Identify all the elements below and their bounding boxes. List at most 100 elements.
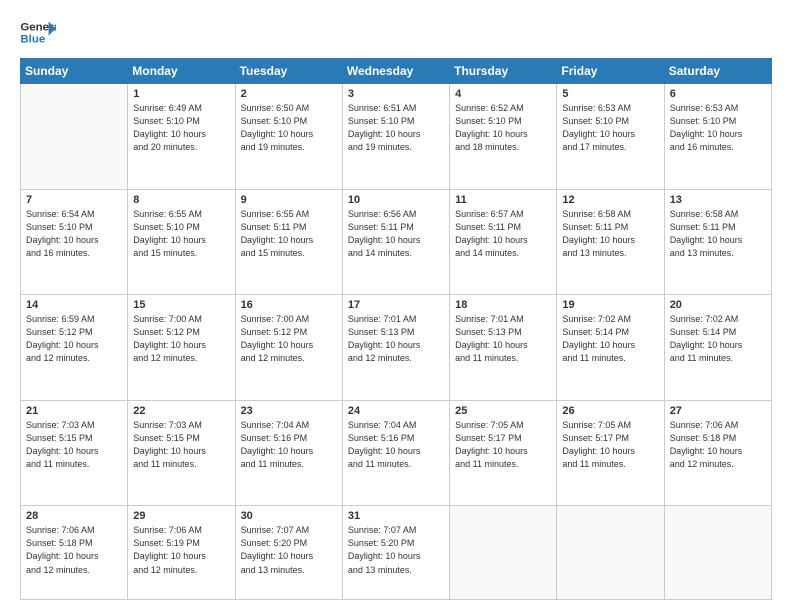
cell-info: Sunrise: 7:02 AMSunset: 5:14 PMDaylight:… xyxy=(562,313,658,365)
calendar-cell: 12 Sunrise: 6:58 AMSunset: 5:11 PMDayligh… xyxy=(557,189,664,295)
day-number: 3 xyxy=(348,88,444,100)
calendar-header-sunday: Sunday xyxy=(21,59,128,84)
cell-info: Sunrise: 7:03 AMSunset: 5:15 PMDaylight:… xyxy=(133,419,229,471)
day-number: 1 xyxy=(133,88,229,100)
calendar-week-row: 7Sunrise: 6:54 AMSunset: 5:10 PMDaylight… xyxy=(21,189,772,295)
cell-info: Sunrise: 6:59 AMSunset: 5:12 PMDaylight:… xyxy=(26,313,122,365)
cell-info: Sunrise: 7:05 AMSunset: 5:17 PMDaylight:… xyxy=(455,419,551,471)
calendar-cell: 25 Sunrise: 7:05 AMSunset: 5:17 PMDayligh… xyxy=(450,400,557,506)
cell-info: Sunrise: 6:49 AMSunset: 5:10 PMDaylight:… xyxy=(133,102,229,154)
calendar-header-wednesday: Wednesday xyxy=(342,59,449,84)
calendar-cell xyxy=(664,506,771,600)
calendar-cell: 7Sunrise: 6:54 AMSunset: 5:10 PMDaylight… xyxy=(21,189,128,295)
calendar-cell: 10 Sunrise: 6:56 AMSunset: 5:11 PMDayligh… xyxy=(342,189,449,295)
calendar-cell: 1 Sunrise: 6:49 AMSunset: 5:10 PMDaylight… xyxy=(128,84,235,190)
day-number: 21 xyxy=(26,405,122,417)
calendar-week-row: 21 Sunrise: 7:03 AMSunset: 5:15 PMDayligh… xyxy=(21,400,772,506)
day-number: 30 xyxy=(241,510,337,522)
calendar-cell: 6 Sunrise: 6:53 AMSunset: 5:10 PMDaylight… xyxy=(664,84,771,190)
calendar-cell: 8Sunrise: 6:55 AMSunset: 5:10 PMDaylight… xyxy=(128,189,235,295)
calendar-cell: 5Sunrise: 6:53 AMSunset: 5:10 PMDaylight… xyxy=(557,84,664,190)
cell-info: Sunrise: 7:07 AMSunset: 5:20 PMDaylight:… xyxy=(348,524,444,576)
day-number: 2 xyxy=(241,88,337,100)
logo-icon: General Blue xyxy=(20,18,56,48)
day-number: 15 xyxy=(133,299,229,311)
cell-info: Sunrise: 6:53 AMSunset: 5:10 PMDaylight:… xyxy=(562,102,658,154)
cell-info: Sunrise: 7:04 AMSunset: 5:16 PMDaylight:… xyxy=(348,419,444,471)
calendar-week-row: 28Sunrise: 7:06 AMSunset: 5:18 PMDayligh… xyxy=(21,506,772,600)
calendar-cell: 19 Sunrise: 7:02 AMSunset: 5:14 PMDayligh… xyxy=(557,295,664,401)
cell-info: Sunrise: 6:53 AMSunset: 5:10 PMDaylight:… xyxy=(670,102,766,154)
cell-info: Sunrise: 7:00 AMSunset: 5:12 PMDaylight:… xyxy=(133,313,229,365)
calendar-cell: 16 Sunrise: 7:00 AMSunset: 5:12 PMDayligh… xyxy=(235,295,342,401)
calendar-header-monday: Monday xyxy=(128,59,235,84)
cell-info: Sunrise: 7:01 AMSunset: 5:13 PMDaylight:… xyxy=(348,313,444,365)
cell-info: Sunrise: 6:52 AMSunset: 5:10 PMDaylight:… xyxy=(455,102,551,154)
cell-info: Sunrise: 6:50 AMSunset: 5:10 PMDaylight:… xyxy=(241,102,337,154)
calendar-cell: 13 Sunrise: 6:58 AMSunset: 5:11 PMDayligh… xyxy=(664,189,771,295)
cell-info: Sunrise: 7:01 AMSunset: 5:13 PMDaylight:… xyxy=(455,313,551,365)
day-number: 12 xyxy=(562,194,658,206)
day-number: 25 xyxy=(455,405,551,417)
calendar-cell: 4 Sunrise: 6:52 AMSunset: 5:10 PMDaylight… xyxy=(450,84,557,190)
day-number: 20 xyxy=(670,299,766,311)
day-number: 10 xyxy=(348,194,444,206)
calendar-week-row: 14 Sunrise: 6:59 AMSunset: 5:12 PMDayligh… xyxy=(21,295,772,401)
page: General Blue SundayMondayTuesdayWednesda… xyxy=(0,0,792,612)
cell-info: Sunrise: 6:51 AMSunset: 5:10 PMDaylight:… xyxy=(348,102,444,154)
calendar-week-row: 1 Sunrise: 6:49 AMSunset: 5:10 PMDaylight… xyxy=(21,84,772,190)
day-number: 14 xyxy=(26,299,122,311)
calendar-header-row: SundayMondayTuesdayWednesdayThursdayFrid… xyxy=(21,59,772,84)
cell-info: Sunrise: 6:58 AMSunset: 5:11 PMDaylight:… xyxy=(562,208,658,260)
cell-info: Sunrise: 7:05 AMSunset: 5:17 PMDaylight:… xyxy=(562,419,658,471)
calendar-cell: 26 Sunrise: 7:05 AMSunset: 5:17 PMDayligh… xyxy=(557,400,664,506)
day-number: 24 xyxy=(348,405,444,417)
calendar-cell: 14 Sunrise: 6:59 AMSunset: 5:12 PMDayligh… xyxy=(21,295,128,401)
calendar-cell: 17 Sunrise: 7:01 AMSunset: 5:13 PMDayligh… xyxy=(342,295,449,401)
calendar-cell: 29 Sunrise: 7:06 AMSunset: 5:19 PMDayligh… xyxy=(128,506,235,600)
cell-info: Sunrise: 7:06 AMSunset: 5:18 PMDaylight:… xyxy=(26,524,122,576)
cell-info: Sunrise: 6:56 AMSunset: 5:11 PMDaylight:… xyxy=(348,208,444,260)
calendar-cell xyxy=(450,506,557,600)
day-number: 22 xyxy=(133,405,229,417)
day-number: 4 xyxy=(455,88,551,100)
calendar-table: SundayMondayTuesdayWednesdayThursdayFrid… xyxy=(20,58,772,600)
calendar-cell xyxy=(21,84,128,190)
calendar-cell: 28Sunrise: 7:06 AMSunset: 5:18 PMDayligh… xyxy=(21,506,128,600)
calendar-header-thursday: Thursday xyxy=(450,59,557,84)
day-number: 18 xyxy=(455,299,551,311)
calendar-cell: 24 Sunrise: 7:04 AMSunset: 5:16 PMDayligh… xyxy=(342,400,449,506)
calendar-cell: 31 Sunrise: 7:07 AMSunset: 5:20 PMDayligh… xyxy=(342,506,449,600)
calendar-cell: 9Sunrise: 6:55 AMSunset: 5:11 PMDaylight… xyxy=(235,189,342,295)
day-number: 11 xyxy=(455,194,551,206)
calendar-cell: 11Sunrise: 6:57 AMSunset: 5:11 PMDayligh… xyxy=(450,189,557,295)
day-number: 9 xyxy=(241,194,337,206)
calendar-cell xyxy=(557,506,664,600)
cell-info: Sunrise: 7:02 AMSunset: 5:14 PMDaylight:… xyxy=(670,313,766,365)
day-number: 16 xyxy=(241,299,337,311)
day-number: 29 xyxy=(133,510,229,522)
calendar-cell: 2 Sunrise: 6:50 AMSunset: 5:10 PMDaylight… xyxy=(235,84,342,190)
day-number: 6 xyxy=(670,88,766,100)
calendar-cell: 30Sunrise: 7:07 AMSunset: 5:20 PMDayligh… xyxy=(235,506,342,600)
day-number: 31 xyxy=(348,510,444,522)
day-number: 23 xyxy=(241,405,337,417)
calendar-cell: 22 Sunrise: 7:03 AMSunset: 5:15 PMDayligh… xyxy=(128,400,235,506)
day-number: 26 xyxy=(562,405,658,417)
cell-info: Sunrise: 7:06 AMSunset: 5:19 PMDaylight:… xyxy=(133,524,229,576)
day-number: 13 xyxy=(670,194,766,206)
cell-info: Sunrise: 7:04 AMSunset: 5:16 PMDaylight:… xyxy=(241,419,337,471)
calendar-header-friday: Friday xyxy=(557,59,664,84)
calendar-cell: 20 Sunrise: 7:02 AMSunset: 5:14 PMDayligh… xyxy=(664,295,771,401)
cell-info: Sunrise: 7:06 AMSunset: 5:18 PMDaylight:… xyxy=(670,419,766,471)
calendar-cell: 3 Sunrise: 6:51 AMSunset: 5:10 PMDaylight… xyxy=(342,84,449,190)
cell-info: Sunrise: 6:58 AMSunset: 5:11 PMDaylight:… xyxy=(670,208,766,260)
cell-info: Sunrise: 7:00 AMSunset: 5:12 PMDaylight:… xyxy=(241,313,337,365)
calendar-cell: 15 Sunrise: 7:00 AMSunset: 5:12 PMDayligh… xyxy=(128,295,235,401)
svg-text:Blue: Blue xyxy=(20,34,45,46)
day-number: 27 xyxy=(670,405,766,417)
day-number: 19 xyxy=(562,299,658,311)
day-number: 7 xyxy=(26,194,122,206)
logo: General Blue xyxy=(20,18,56,48)
day-number: 17 xyxy=(348,299,444,311)
